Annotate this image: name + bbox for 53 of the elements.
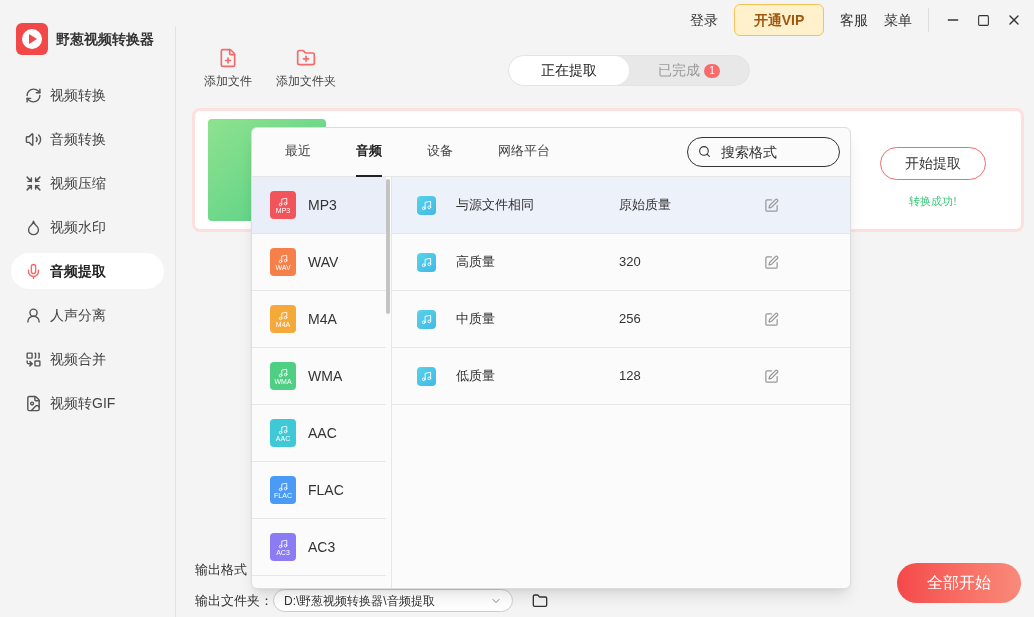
sidebar-item[interactable]: 人声分离 (11, 297, 164, 333)
preset-row[interactable]: 高质量 320 (392, 234, 850, 291)
sidebar-icon (25, 174, 42, 192)
sidebar-item[interactable]: 音频提取 (11, 253, 164, 289)
sidebar-item[interactable]: 视频转换 (11, 77, 164, 113)
format-tab[interactable]: 设备 (427, 127, 453, 177)
maximize-icon[interactable] (977, 13, 990, 27)
scrollbar-thumb[interactable] (386, 179, 390, 314)
sidebar-icon (25, 130, 42, 148)
login-link[interactable]: 登录 (690, 9, 718, 31)
format-label: 输出格式 (195, 560, 248, 579)
search-icon (698, 145, 711, 158)
status-tab[interactable]: 正在提取 (509, 56, 629, 85)
sidebar-icon (25, 262, 42, 280)
sidebar-icon (25, 86, 42, 104)
toolbar-button[interactable]: 添加文件夹 (276, 48, 336, 90)
sidebar-icon (25, 218, 42, 236)
app-name: 野葱视频转换器 (56, 29, 154, 49)
format-tab[interactable]: 最近 (285, 127, 311, 177)
edit-icon[interactable] (764, 368, 779, 384)
count-badge: 1 (704, 63, 720, 78)
sidebar-item[interactable]: 视频水印 (11, 209, 164, 245)
service-link[interactable]: 客服 (840, 9, 868, 31)
sidebar-icon (25, 394, 42, 412)
sidebar-icon (25, 350, 42, 368)
music-note-icon (417, 252, 436, 272)
menu-link[interactable]: 菜单 (884, 9, 912, 31)
sidebar-icon (25, 306, 42, 324)
folder-label: 输出文件夹： (195, 591, 273, 610)
preset-row[interactable]: 低质量 128 (392, 348, 850, 405)
format-tab[interactable]: 网络平台 (498, 127, 550, 177)
toolbar-button[interactable]: 添加文件 (204, 48, 252, 90)
sidebar-item[interactable]: 音频转换 (11, 121, 164, 157)
sidebar-item[interactable]: 视频合并 (11, 341, 164, 377)
music-note-icon (417, 309, 436, 329)
file-plus-icon (218, 48, 238, 68)
edit-icon[interactable] (764, 311, 779, 327)
folder-icon[interactable] (532, 592, 548, 609)
sidebar-item[interactable]: 视频压缩 (11, 165, 164, 201)
preset-row[interactable]: 中质量 256 (392, 291, 850, 348)
start-extract-button[interactable]: 开始提取 (880, 146, 986, 180)
status-text: 转换成功! (909, 193, 957, 209)
sidebar-item[interactable]: 视频转GIF (11, 385, 164, 421)
vip-button[interactable]: 开通VIP (734, 4, 824, 36)
search-field[interactable]: 搜索格式 (687, 137, 840, 167)
app-logo (16, 23, 48, 55)
preset-row[interactable]: 与源文件相同 原始质量 (392, 177, 850, 234)
music-note-icon (417, 195, 436, 215)
music-note-icon (417, 366, 436, 386)
folder-plus-icon (296, 48, 316, 68)
edit-icon[interactable] (764, 197, 779, 213)
folder-select[interactable]: D:\野葱视频转换器\音频提取 (273, 589, 513, 612)
edit-icon[interactable] (764, 254, 779, 270)
